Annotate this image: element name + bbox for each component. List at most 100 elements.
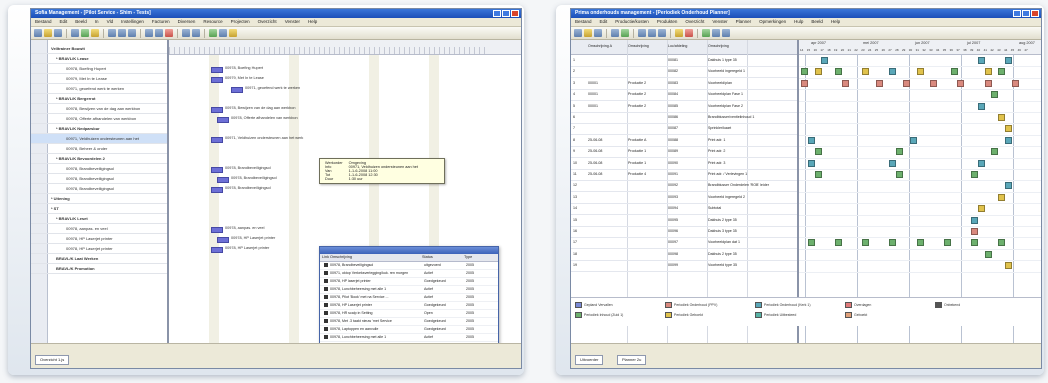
menu-item[interactable]: Facturen [152, 18, 170, 26]
calendar-icon[interactable] [702, 29, 710, 37]
tree-row[interactable]: 00978, Beheer & onder [31, 144, 167, 154]
popup-row[interactable]: 00978, HP laserjet printer Goedgekeurd 200… [320, 278, 498, 286]
gantt-task-bar[interactable] [217, 237, 229, 243]
zoom-in-icon[interactable] [145, 29, 153, 37]
appointment-block[interactable] [977, 57, 985, 64]
zoom-in-icon[interactable] [648, 29, 656, 37]
refresh-icon[interactable] [81, 29, 89, 37]
menu-item[interactable]: Instellingen [121, 18, 144, 26]
appointment-block[interactable] [916, 239, 924, 247]
appointment-block[interactable] [971, 239, 978, 247]
appointment-block[interactable] [909, 136, 917, 144]
appointment-block[interactable] [835, 239, 842, 247]
popup-row[interactable]: 00978, HR scalp in Setting Open 2005 [320, 310, 498, 318]
appointment-block[interactable] [875, 79, 883, 87]
tree-row[interactable]: 00978, Boefing Hupert [31, 64, 167, 74]
appointment-block[interactable] [998, 193, 1006, 201]
appointment-block[interactable] [903, 79, 910, 87]
menu-item[interactable]: Productie/kosten [615, 18, 649, 26]
popup-row[interactable]: 00978, Pilot 'Book' met na Service ... Ac… [320, 294, 498, 302]
save-icon[interactable] [594, 29, 602, 37]
popup-row[interactable]: 00978, Laptoppen en aanvulle Goedgekeurd 2… [320, 326, 498, 334]
appointment-block[interactable] [807, 136, 815, 144]
tree-row[interactable]: Velltrainer Bouwit [31, 44, 167, 54]
column-header[interactable]: Loc/afdeling [668, 44, 707, 48]
calendar-icon[interactable] [209, 29, 217, 37]
save-icon[interactable] [54, 29, 62, 37]
appointment-block[interactable] [991, 91, 999, 99]
grid-row[interactable]: 12 00092 Brandblusser Onderdelen 'ROB' lei… [571, 180, 797, 193]
search-icon[interactable] [638, 29, 646, 37]
tree-row[interactable]: 00971, geoefend werk te werken [31, 84, 167, 94]
grid-row[interactable]: 10 25-06-08 Productie 1 00090 Print adr. 3 [571, 158, 797, 170]
gantt-task-bar[interactable] [211, 137, 223, 143]
tree-row[interactable]: * BRAVL/K Bevoordelen 2 [31, 154, 167, 164]
tree-row[interactable]: 00978, aanpas. en veel [31, 224, 167, 234]
appointment-block[interactable] [841, 79, 849, 87]
delete-icon[interactable] [165, 29, 173, 37]
menu-item[interactable]: Venster [712, 18, 727, 26]
appointment-block[interactable] [889, 68, 897, 76]
filter-icon[interactable] [91, 29, 99, 37]
new-icon[interactable] [574, 29, 582, 37]
menu-item[interactable]: Beeld [811, 18, 823, 26]
open-folder-icon[interactable] [584, 29, 592, 37]
tab-overzicht[interactable]: Overzicht 1.js [35, 355, 70, 365]
gantt-task-bar[interactable] [211, 167, 223, 173]
cut-icon[interactable] [108, 29, 116, 37]
appointment-block[interactable] [991, 148, 999, 156]
appointment-block[interactable] [998, 114, 1006, 121]
gantt-task-bar[interactable] [211, 77, 223, 83]
column-header[interactable]: Omschrijving A [588, 44, 627, 48]
grid-row[interactable]: 9 25-06-08 Productie 1 00089 Print adr. 2 [571, 146, 797, 159]
appointment-block[interactable] [984, 68, 992, 76]
tree-row[interactable]: 00978, HP Laserjet printer [31, 234, 167, 244]
tree-row[interactable]: * Uitening [31, 194, 167, 204]
appointment-block[interactable] [801, 79, 808, 87]
menu-item[interactable]: Overzicht [685, 18, 704, 26]
gantt-task-bar[interactable] [211, 247, 223, 253]
appointment-block[interactable] [977, 159, 985, 167]
appointment-block[interactable] [984, 250, 992, 258]
appointment-block[interactable] [930, 79, 938, 87]
grid-row[interactable]: 16 00096 Dakhuis 3 type 35 [571, 226, 797, 238]
tab[interactable]: Planner 2u [617, 355, 647, 365]
grid-icon[interactable] [219, 29, 227, 37]
unlink-icon[interactable] [192, 29, 200, 37]
appointment-block[interactable] [814, 148, 822, 156]
tree-row[interactable]: * BRAVL/K Nedparsbur [31, 124, 167, 134]
zoom-out-icon[interactable] [658, 29, 666, 37]
popup-row[interactable]: 00978, Brandbeveiligingsol uitgevoerd 2005 [320, 262, 498, 270]
gantt-task-bar[interactable] [211, 187, 223, 193]
appointment-block[interactable] [814, 68, 822, 76]
appointment-block[interactable] [896, 148, 904, 156]
appointment-block[interactable] [950, 68, 958, 76]
appointment-block[interactable] [862, 239, 870, 247]
paste-icon[interactable] [128, 29, 136, 37]
popup-row[interactable]: 00971, oktop Verkeksverlegging/kuk. ren … [320, 270, 498, 278]
help-icon[interactable] [229, 29, 237, 37]
appointment-block[interactable] [998, 68, 1006, 76]
menu-item[interactable]: Planner [736, 18, 752, 26]
tree-row[interactable]: BRAVL/K Laat Werken [31, 254, 167, 264]
tree-row[interactable]: 00978, HP Laserjet printer [31, 244, 167, 254]
gantt-task-bar[interactable] [217, 117, 229, 123]
grid-row[interactable]: 1 00081 Dakhuis 1 type 35 [571, 55, 797, 67]
close-button[interactable] [511, 10, 519, 17]
gantt-task-bar[interactable] [231, 87, 243, 93]
tree-row[interactable]: BRAVL/K Promotion [31, 264, 167, 274]
column-header[interactable]: Omschrijving [708, 44, 747, 48]
appointment-block[interactable] [957, 79, 965, 87]
popup-row[interactable]: 00978, Lunchbeheersing met alle 1 Actief 2… [320, 334, 498, 342]
grid-row[interactable]: 14 00094 Subtotal [571, 203, 797, 216]
menu-item[interactable]: Resource [203, 18, 222, 26]
tree-row[interactable]: 00971, Veldhuizen ondersteunen aan het [31, 134, 167, 144]
tree-row[interactable]: 00978, Offerte afhandelen van werkbon [31, 114, 167, 124]
tree-row[interactable]: 00978, Brandbeveiligingsol [31, 164, 167, 174]
tree-row[interactable]: 00978, Brandbeveiligingsol [31, 184, 167, 194]
menu-item[interactable]: Venster [285, 18, 300, 26]
delete-icon[interactable] [685, 29, 693, 37]
grid-row[interactable]: 19 00099 Voorbeeld type 35 [571, 260, 797, 273]
minimize-button[interactable] [1013, 10, 1021, 17]
menu-item[interactable]: Projecten [231, 18, 250, 26]
